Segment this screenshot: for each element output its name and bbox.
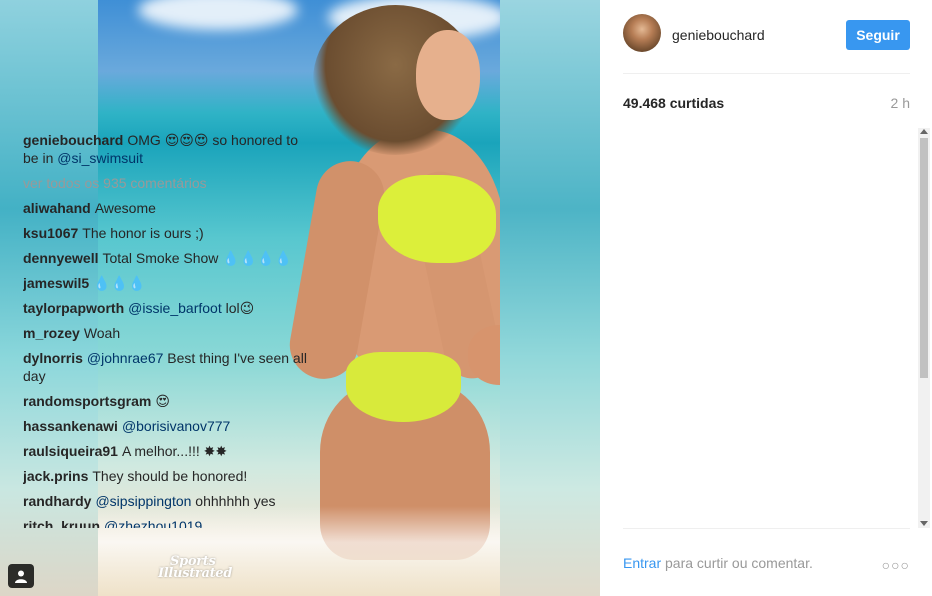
comment-username[interactable]: taylorpapworth (23, 300, 124, 316)
comment-item: raulsiqueira91 A melhor...!!! ✸✸ (23, 442, 308, 460)
comment-text: Total Smoke Show 💧💧💧💧 (102, 250, 293, 266)
media-blur-right (500, 0, 600, 596)
comment-mention[interactable]: @johnrae67 (87, 350, 164, 366)
post-username[interactable]: geniebouchard (672, 27, 765, 43)
comment-text: ohhhhhh yes (195, 493, 276, 509)
comment-username[interactable]: randhardy (23, 493, 91, 509)
caption: geniebouchard OMG 😍😍😍 so honored to be in… (23, 131, 308, 167)
comment-item: ksu1067 The honor is ours ;) (23, 224, 308, 242)
login-prompt: Entrar para curtir ou comentar. (623, 555, 813, 571)
scroll-down-icon[interactable] (920, 521, 928, 526)
avatar[interactable] (623, 14, 661, 52)
comment-mention[interactable]: @issie_barfoot (128, 300, 222, 316)
comment-text: 💧💧💧 (93, 275, 146, 291)
post-footer: Entrar para curtir ou comentar. ○○○ (623, 528, 910, 596)
comment-mention[interactable]: @zhezhou1019 (104, 518, 202, 528)
comment-username[interactable]: hassankenawi (23, 418, 118, 434)
comment-text: lol😉 (225, 300, 255, 316)
comment-text: Woah (83, 325, 121, 341)
comment-item: aliwahand Awesome (23, 199, 308, 217)
comment-mention[interactable]: @borisivanov777 (122, 418, 230, 434)
comment-item: jameswil5 💧💧💧 (23, 274, 308, 292)
post-stats: 49.468 curtidas 2 h (623, 74, 910, 130)
comment-username[interactable]: dylnorris (23, 350, 83, 366)
comment-mention[interactable]: @sipsippington (95, 493, 191, 509)
comment-item: randomsportsgram 😍 (23, 392, 308, 410)
comment-item: ritch_kruun @zhezhou1019 (23, 517, 308, 528)
instagram-post: Sports Illustrated geniebouchard Seguir … (0, 0, 932, 596)
comment-username[interactable]: ritch_kruun (23, 518, 100, 528)
bikini-top (378, 175, 496, 263)
bikini-bottom (346, 352, 461, 422)
comment-item: dennyewell Total Smoke Show 💧💧💧💧 (23, 249, 308, 267)
caption-mention[interactable]: @si_swimsuit (57, 150, 143, 166)
view-all-comments-link[interactable]: ver todos os 935 comentários (23, 174, 308, 192)
comment-username[interactable]: randomsportsgram (23, 393, 151, 409)
comment-username[interactable]: ksu1067 (23, 225, 78, 241)
comment-item: hassankenawi @borisivanov777 (23, 417, 308, 435)
comment-item: randhardy @sipsippington ohhhhhh yes (23, 492, 308, 510)
scrollbar-thumb[interactable] (920, 138, 928, 378)
follow-button[interactable]: Seguir (846, 20, 910, 50)
post-time[interactable]: 2 h (891, 95, 910, 111)
comment-username[interactable]: dennyewell (23, 250, 98, 266)
comment-username[interactable]: jack.prins (23, 468, 88, 484)
sports-illustrated-logo: Sports Illustrated (158, 554, 233, 581)
comment-username[interactable]: m_rozey (23, 325, 80, 341)
likes-count[interactable]: 49.468 curtidas (623, 95, 724, 111)
scroll-up-icon[interactable] (920, 129, 928, 134)
comment-item: jack.prins They should be honored! (23, 467, 308, 485)
comment-username[interactable]: aliwahand (23, 200, 91, 216)
comment-item: dylnorris @johnrae67 Best thing I've seen… (23, 349, 308, 385)
comment-username[interactable]: raulsiqueira91 (23, 443, 118, 459)
comment-text: A melhor...!!! ✸✸ (121, 443, 228, 459)
caption-username[interactable]: geniebouchard (23, 132, 123, 148)
comment-text: Awesome (94, 200, 156, 216)
post-header: geniebouchard Seguir (623, 0, 910, 74)
comment-username[interactable]: jameswil5 (23, 275, 89, 291)
comments-list[interactable]: geniebouchard OMG 😍😍😍 so honored to be in… (23, 131, 308, 528)
comment-item: taylorpapworth @issie_barfoot lol😉 (23, 299, 308, 317)
login-prompt-text: para curtir ou comentar. (661, 555, 813, 571)
comment-text: The honor is ours ;) (82, 225, 204, 241)
login-link[interactable]: Entrar (623, 555, 661, 571)
person-tag-icon[interactable] (8, 564, 34, 588)
comment-text: 😍 (155, 393, 170, 409)
comment-item: m_rozey Woah (23, 324, 308, 342)
post-sidebar: geniebouchard Seguir 49.468 curtidas 2 h (600, 0, 932, 596)
more-options-icon[interactable]: ○○○ (882, 557, 910, 573)
comments-scrollbar[interactable] (918, 128, 930, 528)
comment-text: They should be honored! (92, 468, 248, 484)
